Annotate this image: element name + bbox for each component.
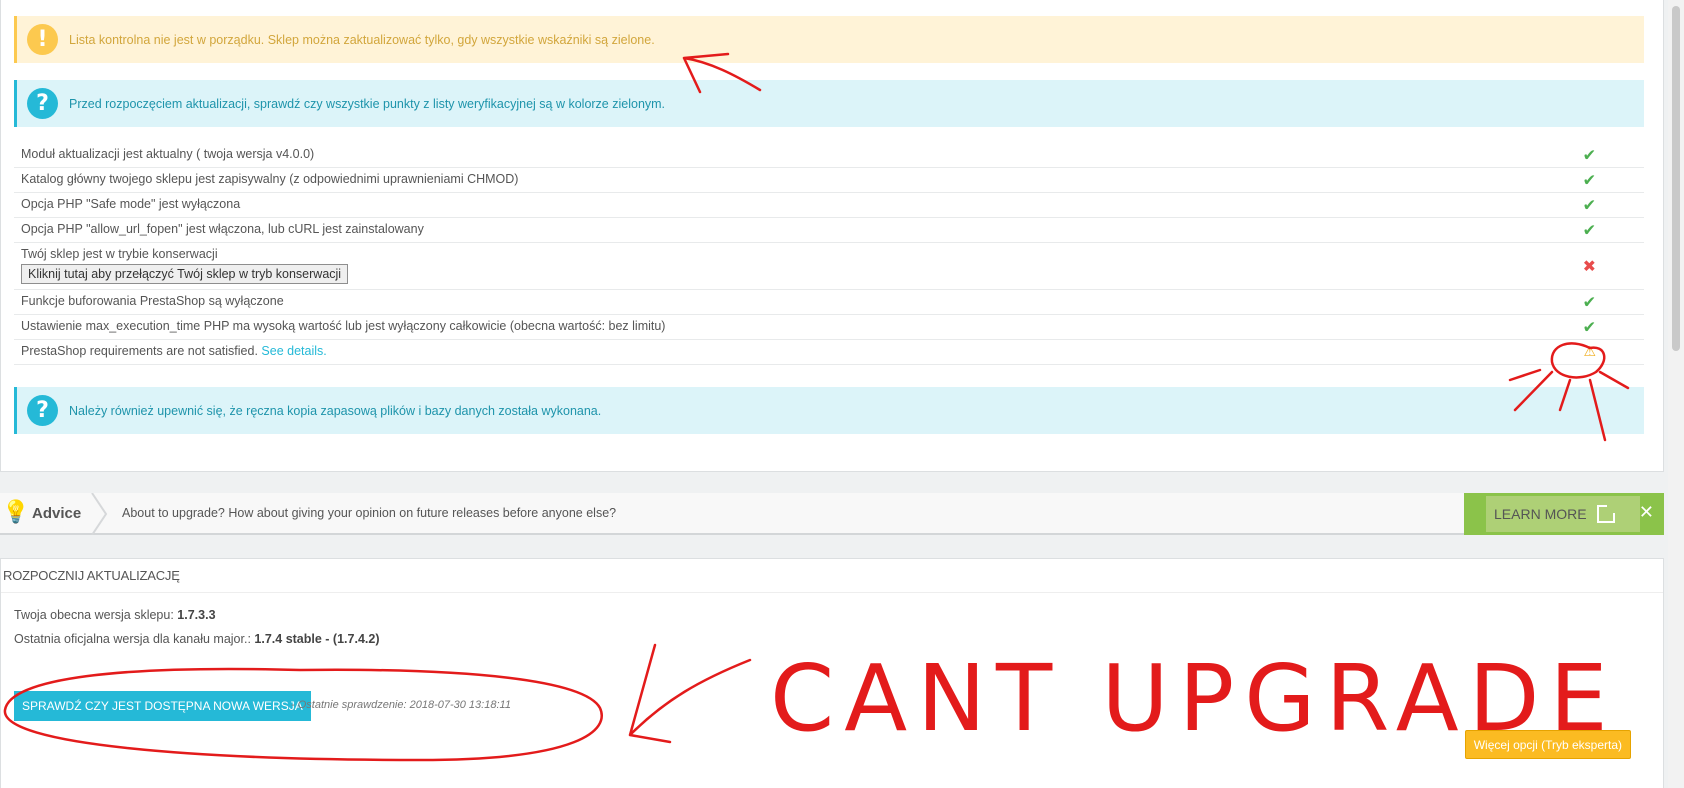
current-version-line: Twoja obecna wersja sklepu: 1.7.3.3	[14, 608, 216, 622]
checklist-label: Twój sklep jest w trybie konserwacji	[21, 247, 218, 261]
check-new-version-button[interactable]: SPRAWDŹ CZY JEST DOSTĘPNA NOWA WERSJA	[14, 691, 311, 721]
checklist-label: Funkcje buforowania PrestaShop są wyłącz…	[21, 294, 284, 308]
checklist-table: Moduł aktualizacji jest aktualny ( twoja…	[14, 143, 1644, 365]
checklist-row: Opcja PHP "allow_url_fopen" jest włączon…	[14, 218, 1644, 243]
expert-mode-button[interactable]: Więcej opcji (Tryb eksperta)	[1464, 730, 1631, 759]
advice-message: About to upgrade? How about giving your …	[122, 506, 617, 520]
advice-bar: 💡 Advice About to upgrade? How about giv…	[0, 493, 1664, 535]
question-icon: ?	[27, 88, 58, 119]
checklist-label: Opcja PHP "allow_url_fopen" jest włączon…	[21, 222, 424, 236]
checklist-warning-alert: ! Lista kontrolna nie jest w porządku. S…	[14, 16, 1644, 63]
checklist-label: Moduł aktualizacji jest aktualny ( twoja…	[21, 147, 315, 161]
check-mark-icon: ✔	[1582, 317, 1596, 337]
last-check-timestamp: - Ostatnie sprawdzenie: 2018-07-30 13:18…	[291, 699, 511, 711]
checklist-row: Opcja PHP "Safe mode" jest wyłączona ✔	[14, 193, 1644, 218]
current-version-value: 1.7.3.3	[177, 608, 216, 622]
checklist-row: Katalog główny twojego sklepu jest zapis…	[14, 168, 1644, 193]
scrollbar[interactable]	[1668, 0, 1684, 788]
warning-text: Lista kontrolna nie jest w porządku. Skl…	[69, 32, 655, 47]
checklist-label: Ustawienie max_execution_time PHP ma wys…	[21, 319, 666, 333]
advice-title: Advice	[32, 505, 82, 522]
checklist-row: Moduł aktualizacji jest aktualny ( twoja…	[14, 143, 1644, 168]
checklist-row: PrestaShop requirements are not satisfie…	[14, 340, 1644, 365]
learn-more-label: LEARN MORE	[1494, 506, 1587, 522]
start-upgrade-panel: ROZPOCZNIJ AKTUALIZACJĘ Twoja obecna wer…	[0, 558, 1664, 788]
see-details-link[interactable]: See details.	[261, 344, 326, 358]
current-version-label: Twoja obecna wersja sklepu:	[14, 608, 174, 622]
panel-heading: ROZPOCZNIJ AKTUALIZACJĘ	[1, 559, 1663, 593]
latest-version-line: Ostatnia oficjalna wersja dla kanału maj…	[14, 632, 379, 646]
learn-more-button[interactable]: LEARN MORE	[1486, 496, 1640, 532]
maintenance-mode-button[interactable]: Kliknij tutaj aby przełączyć Twój sklep …	[21, 264, 349, 284]
latest-version-label: Ostatnia oficjalna wersja dla kanału maj…	[14, 632, 251, 646]
before-upgrade-info-alert: ? Przed rozpoczęciem aktualizacji, spraw…	[14, 80, 1644, 127]
lightbulb-icon: 💡	[2, 500, 30, 525]
exclamation-icon: !	[27, 24, 58, 55]
cross-icon: ✖	[1582, 256, 1596, 276]
question-icon: ?	[27, 395, 58, 426]
advice-divider-arrow	[91, 493, 108, 535]
scrollbar-thumb[interactable]	[1672, 6, 1680, 351]
checklist-row: Twój sklep jest w trybie konserwacji Kli…	[14, 243, 1644, 290]
latest-version-value: 1.7.4 stable - (1.7.4.2)	[254, 632, 380, 646]
checklist-panel: ! Lista kontrolna nie jest w porządku. S…	[0, 0, 1664, 472]
checklist-row: Ustawienie max_execution_time PHP ma wys…	[14, 315, 1644, 340]
info-text: Przed rozpoczęciem aktualizacji, sprawdź…	[69, 96, 666, 111]
learn-more-area: LEARN MORE ✕	[1464, 493, 1664, 535]
external-link-icon	[1596, 504, 1616, 523]
close-icon[interactable]: ✕	[1639, 502, 1654, 523]
check-mark-icon: ✔	[1582, 292, 1596, 312]
info-text: Należy również upewnić się, że ręczna ko…	[69, 403, 602, 418]
backup-info-alert: ? Należy również upewnić się, że ręczna …	[14, 387, 1644, 434]
check-mark-icon: ✔	[1582, 195, 1596, 215]
check-mark-icon: ✔	[1582, 170, 1596, 190]
warning-triangle-icon: ⚠	[1583, 344, 1596, 360]
checklist-label: PrestaShop requirements are not satisfie…	[21, 344, 258, 358]
checklist-label: Opcja PHP "Safe mode" jest wyłączona	[21, 197, 241, 211]
check-mark-icon: ✔	[1582, 220, 1596, 240]
checklist-row: Funkcje buforowania PrestaShop są wyłącz…	[14, 290, 1644, 315]
check-mark-icon: ✔	[1582, 145, 1596, 165]
checklist-label: Katalog główny twojego sklepu jest zapis…	[21, 172, 519, 186]
